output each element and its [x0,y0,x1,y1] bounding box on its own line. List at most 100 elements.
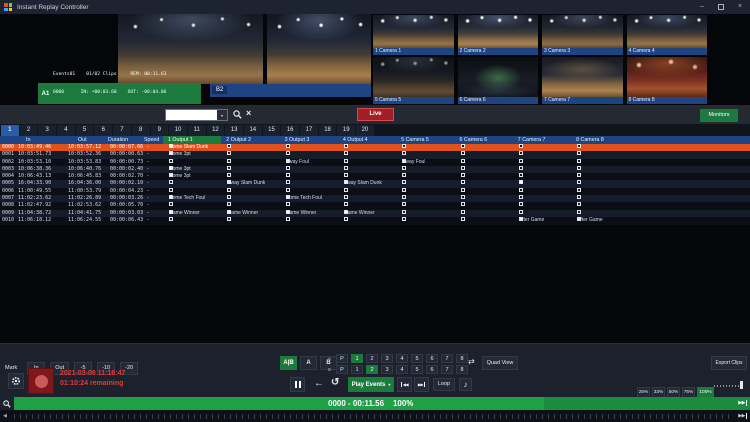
tab-7[interactable]: 7 [113,125,131,136]
table-row[interactable]: 000110:03:51.7310:03:52.3600:00:00.63-Ho… [0,151,750,158]
table-row[interactable]: 000410:06:43.1310:06:45.8300:00:02.70-Ho… [0,173,750,180]
angle-label: - [519,151,521,158]
table-row[interactable]: 000811:02:47.9211:02:53.6200:00:05.70---… [0,202,750,209]
event-in: 11:02:23.62 [18,195,51,202]
table-row[interactable]: 000711:02:23.6211:02:26.8900:00:03.26-Ho… [0,195,750,202]
table-row[interactable]: 000611:00:49.5511:00:53.7900:00:04.23---… [0,188,750,195]
camera-thumbnail[interactable] [373,15,454,48]
swap-icon[interactable]: ⇄ [468,357,475,366]
tab-19[interactable]: 19 [337,125,355,136]
bus-b-channel-4[interactable]: 4 [396,365,408,374]
camera-thumbnail[interactable] [627,15,708,48]
tab-1[interactable]: 1 [1,125,19,136]
export-clips-button[interactable]: Export Clips [711,356,747,370]
tab-16[interactable]: 16 [281,125,299,136]
bus-b-channel-1[interactable]: 1 [351,365,363,374]
next-event-button[interactable]: ▶▶ [414,377,429,392]
table-row[interactable]: 000911:04:38.7211:04:41.7500:00:03.03-Ga… [0,210,750,217]
tab-15[interactable]: 15 [263,125,281,136]
bus-a-channel-8[interactable]: 8 [456,354,468,363]
event-duration: 00:00:02.40 [110,166,143,173]
progress-next-icon[interactable]: ▶▶ [738,400,747,406]
table-row[interactable]: 000516:04:33.9016:04:36.0000:00:02.10--A… [0,180,750,187]
camera-thumbnail[interactable] [542,15,623,48]
bus-a-channel-1[interactable]: 1 [351,354,363,363]
close-button[interactable]: × [738,3,742,11]
bus-b-p-button[interactable]: P [336,365,348,374]
tab-9[interactable]: 9 [151,125,169,136]
bus-a-channel-5[interactable]: 5 [411,354,423,363]
table-row[interactable]: 000310:06:38.3610:06:40.7600:00:02.40-Ho… [0,166,750,173]
slider-handle[interactable] [740,381,743,389]
monitors-button[interactable]: Monitors [700,109,738,122]
timeline-right-icon[interactable]: ▶▶ [738,413,747,419]
tab-20[interactable]: 20 [356,125,374,136]
live-button[interactable]: Live [357,108,394,121]
angle-cell: - [169,217,226,224]
bus-a-p-button[interactable]: P [336,354,348,363]
play-events-button[interactable]: Play Events ▾ [348,377,394,392]
event-in: 11:06:18.12 [18,217,51,224]
tab-17[interactable]: 17 [300,125,318,136]
bus-b-channel-6[interactable]: 6 [426,365,438,374]
tab-3[interactable]: 3 [38,125,56,136]
bus-a-channel-2[interactable]: 2 [366,354,378,363]
bus-b-channel-8[interactable]: 8 [456,365,468,374]
quad-view-button[interactable]: Quad View [482,356,518,370]
tab-11[interactable]: 11 [188,125,206,136]
speed-slider[interactable] [714,380,744,390]
maximize-button[interactable] [718,4,724,10]
audio-button[interactable]: ♪ [459,378,472,391]
bus-a-channel-3[interactable]: 3 [381,354,393,363]
tab-4[interactable]: 4 [57,125,75,136]
bus-b-channel-3[interactable]: 3 [381,365,393,374]
search-input[interactable] [166,110,217,120]
table-row[interactable]: 000210:03:53.1010:03:53.8300:00:00.73---… [0,159,750,166]
jump-back-icon[interactable]: ← [314,378,324,389]
camera-thumbnail[interactable] [458,15,539,48]
camera-thumbnail[interactable] [627,57,708,97]
zoom-timeline-button[interactable] [0,397,14,410]
settings-button[interactable] [8,373,24,389]
event-in: 11:00:49.55 [18,188,51,195]
search-dropdown-button[interactable]: ▾ [217,110,227,120]
angle-cell: - [169,188,226,195]
bus-a-channel-4[interactable]: 4 [396,354,408,363]
camera-thumbnail[interactable] [458,57,539,97]
tab-10[interactable]: 10 [169,125,187,136]
tab-2[interactable]: 2 [20,125,38,136]
camera-thumbnail[interactable] [542,57,623,97]
tab-18[interactable]: 18 [319,125,337,136]
tab-12[interactable]: 12 [207,125,225,136]
loop-button[interactable]: Loop [433,378,455,391]
bus-b-channel-7[interactable]: 7 [441,365,453,374]
pause-button[interactable] [290,377,305,392]
angle-label: - [519,173,521,180]
ab-mode-ab[interactable]: A|B [280,356,297,370]
playback-progress-bar[interactable]: 0000 - 00:11.56 100% ▶▶ [0,397,750,410]
camera-thumbnail[interactable] [373,57,454,97]
timeline-scrubber[interactable]: ◀ ▶▶ [0,410,750,422]
table-row[interactable]: 001011:06:18.1211:06:24.5500:00:06.43---… [0,217,750,224]
table-row[interactable]: 000010:03:49.4610:03:57.1200:00:07.66-Ho… [0,144,750,151]
monitor-b-video[interactable] [267,14,371,84]
ab-mode-a[interactable]: A [300,356,317,370]
tab-13[interactable]: 13 [225,125,243,136]
tab-14[interactable]: 14 [244,125,262,136]
previous-event-button[interactable]: ◀◀ [397,377,412,392]
timeline-left-icon[interactable]: ◀ [3,413,7,419]
minimize-button[interactable]: – [700,3,704,11]
tab-5[interactable]: 5 [76,125,94,136]
play-events-dropdown-icon[interactable]: ▾ [388,382,390,387]
record-button[interactable] [28,368,54,394]
timeline-ticks[interactable] [14,414,732,419]
replay-icon[interactable]: ↺ [331,377,339,388]
tab-8[interactable]: 8 [132,125,150,136]
clear-search-icon[interactable]: × [246,108,251,118]
bus-a-channel-7[interactable]: 7 [441,354,453,363]
bus-a-channel-6[interactable]: 6 [426,354,438,363]
bus-b-channel-2[interactable]: 2 [366,365,378,374]
tab-6[interactable]: 6 [94,125,112,136]
search-icon[interactable] [233,110,242,119]
bus-b-channel-5[interactable]: 5 [411,365,423,374]
